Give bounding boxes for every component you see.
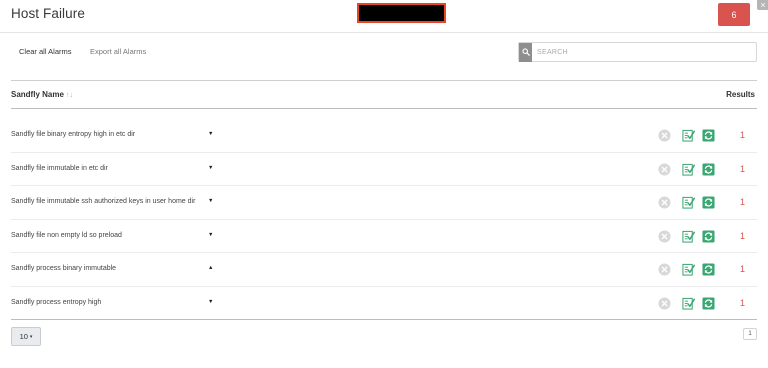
- dismiss-icon[interactable]: [658, 162, 671, 176]
- refresh-icon[interactable]: [702, 162, 715, 176]
- sandfly-name: Sandfly process binary immutable: [11, 265, 117, 272]
- expand-caret-icon[interactable]: ▼: [208, 299, 213, 305]
- dismiss-icon[interactable]: [658, 296, 671, 310]
- checklist-icon[interactable]: [682, 297, 695, 310]
- checklist-icon[interactable]: [682, 230, 695, 243]
- checklist-icon[interactable]: [682, 196, 695, 209]
- export-all-alarms-link[interactable]: Export all Alarms: [90, 47, 146, 56]
- column-header-label: Sandfly Name: [11, 90, 64, 99]
- table-header: Sandfly Name ↑↓ Results: [11, 81, 757, 109]
- search-box: [518, 42, 757, 62]
- result-count[interactable]: 1: [740, 164, 745, 174]
- sandfly-name: Sandfly process entropy high: [11, 298, 102, 306]
- expand-caret-icon[interactable]: ▼: [208, 165, 213, 171]
- dismiss-icon[interactable]: [658, 196, 671, 209]
- refresh-icon[interactable]: [702, 196, 715, 209]
- dismiss-icon[interactable]: [658, 263, 671, 276]
- column-header-results: Results: [726, 90, 755, 99]
- expand-caret-icon[interactable]: ▲: [208, 265, 213, 271]
- alarm-table-body: Sandfly file binary entropy high in etc …: [11, 119, 757, 320]
- checklist-icon[interactable]: [682, 263, 695, 276]
- page-size-value: 10: [19, 332, 28, 341]
- expand-caret-icon[interactable]: ▼: [208, 131, 213, 137]
- table-row: Sandfly process entropy high ▼ 1: [11, 287, 757, 320]
- clear-all-alarms-link[interactable]: Clear all Alarms: [19, 47, 72, 56]
- refresh-icon[interactable]: [702, 129, 715, 142]
- table-row: Sandfly file binary entropy high in etc …: [11, 119, 757, 153]
- refresh-icon[interactable]: [702, 263, 715, 276]
- table-row: Sandfly file immutable in etc dir ▼ 1: [11, 153, 757, 186]
- chevron-down-icon: ▾: [29, 333, 33, 340]
- search-icon[interactable]: [519, 42, 532, 62]
- alarm-count-badge[interactable]: 6: [718, 3, 750, 26]
- table-row: Sandfly process binary immutable ▲ 1: [11, 253, 757, 287]
- refresh-icon[interactable]: [702, 229, 715, 243]
- result-count[interactable]: 1: [740, 298, 745, 308]
- column-header-sandfly-name[interactable]: Sandfly Name ↑↓: [11, 90, 73, 99]
- checklist-icon[interactable]: [682, 163, 695, 176]
- table-row: Sandfly file non empty ld so preload ▼ 1: [11, 220, 757, 253]
- expand-caret-icon[interactable]: ▼: [208, 198, 213, 204]
- expand-caret-icon[interactable]: ▼: [208, 232, 213, 238]
- result-count[interactable]: 1: [740, 231, 745, 241]
- dismiss-icon[interactable]: [658, 129, 671, 142]
- search-input[interactable]: [532, 43, 756, 61]
- close-button[interactable]: ×: [757, 0, 768, 10]
- table-row: Sandfly file immutable ssh authorized ke…: [11, 186, 757, 220]
- dismiss-icon[interactable]: [658, 229, 671, 243]
- sandfly-name: Sandfly file non empty ld so preload: [11, 231, 122, 239]
- refresh-icon[interactable]: [702, 296, 715, 310]
- checklist-icon[interactable]: [682, 129, 695, 142]
- result-count[interactable]: 1: [740, 130, 745, 140]
- sandfly-name: Sandfly file binary entropy high in etc …: [11, 131, 136, 138]
- sandfly-name: Sandfly file immutable in etc dir: [11, 164, 108, 172]
- redacted-hostname: [357, 3, 446, 23]
- result-count[interactable]: 1: [740, 264, 745, 274]
- sandfly-name: Sandfly file immutable ssh authorized ke…: [11, 198, 196, 205]
- page-size-dropdown[interactable]: 10 ▾: [11, 327, 41, 346]
- page-title: Host Failure: [11, 6, 85, 21]
- modal-header: Host Failure 6 ×: [0, 0, 768, 33]
- pagination-page-1[interactable]: 1: [743, 328, 757, 340]
- result-count[interactable]: 1: [740, 197, 745, 207]
- sort-icon[interactable]: ↑↓: [66, 92, 73, 99]
